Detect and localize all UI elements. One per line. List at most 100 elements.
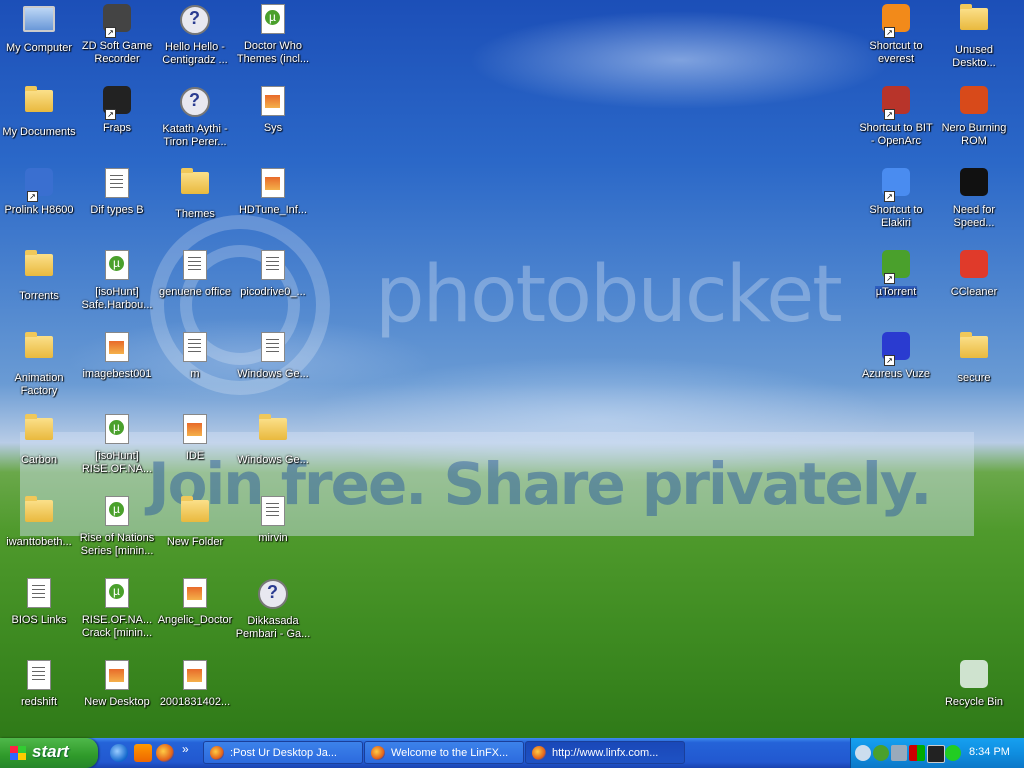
desktop-icon-label: picodrive0_... <box>240 286 306 298</box>
desktop-icon[interactable]: CCleaner <box>935 248 1013 330</box>
desktop-icon[interactable]: Torrents <box>0 248 78 330</box>
desktop-icon-label: 2001831402... <box>159 696 231 708</box>
desktop-icon[interactable]: ↗ Prolink H8600 <box>0 166 78 248</box>
desktop-icon[interactable]: New Desktop <box>78 658 156 738</box>
desktop-icon[interactable]: Need for Speed... <box>935 166 1013 248</box>
desktop[interactable]: photobucket Join free. Share privately. … <box>0 0 1024 738</box>
desktop-icon[interactable]: 2001831402... <box>156 658 234 738</box>
desktop-icon[interactable]: Dikkasada Pembari - Ga... <box>234 576 312 658</box>
desktop-icon[interactable]: ↗ Shortcut to everest <box>857 2 935 84</box>
fraps-icon: ↗ <box>101 86 133 120</box>
desktop-icon[interactable]: Recycle Bin <box>935 658 1013 738</box>
monitor-tray-icon[interactable] <box>927 745 945 763</box>
desktop-icon[interactable]: Animation Factory <box>0 330 78 412</box>
desktop-icon[interactable]: Dif types B <box>78 166 156 248</box>
tray-expand-icon[interactable] <box>855 745 871 761</box>
network-tray-icon[interactable] <box>891 745 907 761</box>
camera-icon: ↗ <box>101 4 133 38</box>
desktop-icon[interactable]: Windows Ge... <box>234 412 312 494</box>
shortcut-arrow-icon: ↗ <box>884 27 895 38</box>
desktop-icon[interactable]: BIOS Links <box>0 576 78 658</box>
desktop-icon[interactable]: ↗ µTorrent <box>857 248 935 330</box>
desktop-icon[interactable]: HDTune_Inf... <box>234 166 312 248</box>
desktop-icon-label: Need for Speed... <box>952 204 996 229</box>
status-tray-icon[interactable] <box>909 745 925 761</box>
dsl-tray-icon[interactable] <box>945 745 961 761</box>
desktop-icon[interactable]: picodrive0_... <box>234 248 312 330</box>
torrent-file-icon <box>101 496 133 528</box>
desktop-icon[interactable]: Themes <box>156 166 234 248</box>
shortcut-arrow-icon: ↗ <box>884 109 895 120</box>
utorrent-icon: ↗ <box>880 250 912 284</box>
desktop-icon-label: Windows Ge... <box>237 454 309 466</box>
desktop-icon-label: IDE <box>185 450 205 462</box>
desktop-icon[interactable]: mirvin <box>234 494 312 576</box>
desktop-icon-label: Nero Burning ROM <box>941 122 1007 147</box>
desktop-icon[interactable]: Sys <box>234 84 312 166</box>
realplayer-media-icon <box>179 5 211 37</box>
image-file-icon <box>179 660 211 692</box>
desktop-icon-label: Dif types B <box>90 204 144 216</box>
quick-launch-more-icon[interactable]: » <box>182 742 189 756</box>
desktop-icon[interactable]: ↗ ZD Soft Game Recorder <box>78 2 156 84</box>
start-button[interactable]: start <box>0 738 98 768</box>
desktop-icon[interactable]: Nero Burning ROM <box>935 84 1013 166</box>
desktop-icon[interactable]: genuene office <box>156 248 234 330</box>
desktop-icon-label: CCleaner <box>950 286 998 298</box>
folder-icon <box>23 250 55 286</box>
desktop-icon[interactable]: My Documents <box>0 84 78 166</box>
desktop-icon[interactable]: ↗ Shortcut to BIT - OpenArc <box>857 84 935 166</box>
desktop-icon[interactable]: secure <box>935 330 1013 412</box>
vlc-icon[interactable] <box>134 744 152 762</box>
desktop-icon-label: mirvin <box>258 532 288 544</box>
desktop-icon[interactable]: m <box>156 330 234 412</box>
system-tray: 8:34 PM <box>850 738 1024 768</box>
text-file-icon <box>101 168 133 200</box>
desktop-icon[interactable]: ↗ Azureus Vuze <box>857 330 935 412</box>
desktop-icon-label: Fraps <box>102 122 132 134</box>
text-file-icon <box>23 578 55 610</box>
desktop-icon[interactable]: ↗ Fraps <box>78 84 156 166</box>
desktop-icon[interactable]: Doctor Who Themes (incl... <box>234 2 312 84</box>
info-icon: ↗ <box>880 4 912 38</box>
desktop-icon[interactable]: New Folder <box>156 494 234 576</box>
desktop-icon[interactable]: Katath Aythi - Tiron Perer... <box>156 84 234 166</box>
folder-icon <box>23 414 55 450</box>
desktop-icon[interactable]: My Computer <box>0 2 78 84</box>
desktop-icon-label: iwanttobeth... <box>6 536 72 548</box>
desktop-icon-label: Recycle Bin <box>944 696 1004 708</box>
taskbar-button-3[interactable]: http://www.linfx.com... <box>525 741 685 764</box>
desktop-icon[interactable]: Carbon <box>0 412 78 494</box>
task-label: http://www.linfx.com... <box>552 747 659 759</box>
desktop-icon-label: µTorrent <box>874 286 918 298</box>
folder-icon <box>23 496 55 532</box>
desktop-icon[interactable]: IDE <box>156 412 234 494</box>
desktop-icon-label: RISE.OF.NA... Crack [minin... <box>81 614 153 639</box>
desktop-icon-label: My Documents <box>2 126 76 138</box>
desktop-icon-label: [isoHunt] Safe.Harbou... <box>81 286 153 311</box>
desktop-icon[interactable]: Windows Ge... <box>234 330 312 412</box>
start-label: start <box>32 742 69 761</box>
desktop-icon[interactable]: redshift <box>0 658 78 738</box>
firefox-icon[interactable] <box>156 744 174 762</box>
desktop-icon[interactable]: Unused Deskto... <box>935 2 1013 84</box>
shortcut-arrow-icon: ↗ <box>105 27 116 38</box>
desktop-icon[interactable]: imagebest001 <box>78 330 156 412</box>
computer-icon <box>23 6 55 38</box>
desktop-icon[interactable]: iwanttobeth... <box>0 494 78 576</box>
desktop-icon[interactable]: [isoHunt] RISE.OF.NA... <box>78 412 156 494</box>
desktop-icon[interactable]: ↗ Shortcut to Elakiri <box>857 166 935 248</box>
desktop-icon[interactable]: RISE.OF.NA... Crack [minin... <box>78 576 156 658</box>
network-icon: ↗ <box>23 168 55 202</box>
folder-icon <box>257 414 289 450</box>
desktop-icon[interactable]: [isoHunt] Safe.Harbou... <box>78 248 156 330</box>
utorrent-tray-icon[interactable] <box>873 745 889 761</box>
desktop-icon-label: m <box>190 368 200 380</box>
desktop-icon[interactable]: Hello Hello - Centigradz ... <box>156 2 234 84</box>
ie-icon[interactable] <box>110 744 128 762</box>
desktop-icon[interactable]: Rise of Nations Series [minin... <box>78 494 156 576</box>
taskbar-button-2[interactable]: Welcome to the LinFX... <box>364 741 524 764</box>
desktop-icon[interactable]: Angelic_Doctor <box>156 576 234 658</box>
windows-flag-icon <box>10 746 26 760</box>
taskbar-button-1[interactable]: :Post Ur Desktop Ja... <box>203 741 363 764</box>
